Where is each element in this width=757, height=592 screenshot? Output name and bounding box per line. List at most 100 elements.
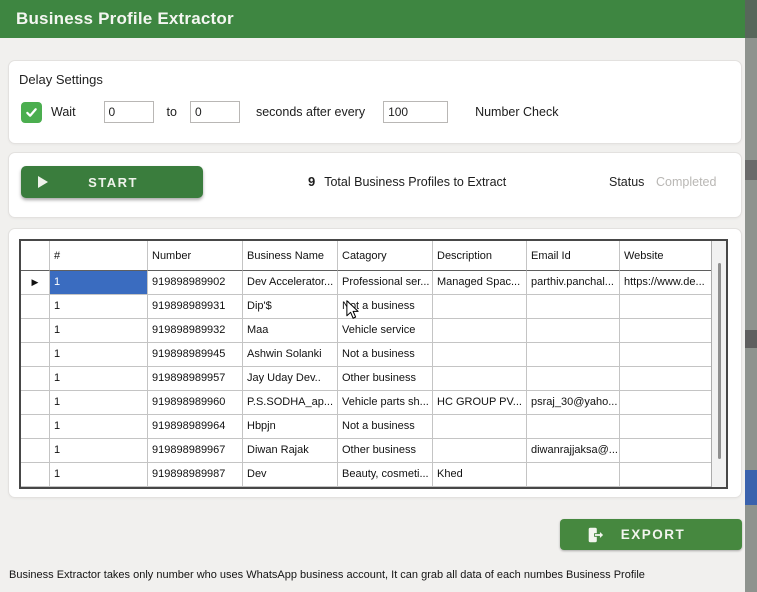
grid-cell[interactable]: psraj_30@yaho... <box>527 391 620 415</box>
grid-cell[interactable]: HC GROUP PV... <box>433 391 527 415</box>
row-header-cell[interactable] <box>21 415 50 439</box>
grid-cell[interactable]: 1 <box>50 319 148 343</box>
row-header-cell[interactable] <box>21 343 50 367</box>
grid-cell[interactable]: 1 <box>50 343 148 367</box>
grid-cell[interactable]: 919898989957 <box>148 367 243 391</box>
grid-cell[interactable]: 1 <box>50 295 148 319</box>
grid-cell[interactable] <box>433 367 527 391</box>
table-row: 1919898989931Dip'$Not a business <box>21 295 726 319</box>
grid-cell[interactable] <box>433 415 527 439</box>
grid-cell[interactable]: Maa <box>243 319 338 343</box>
grid-cell[interactable]: diwanrajjaksa@... <box>527 439 620 463</box>
grid-cell[interactable] <box>527 319 620 343</box>
grid-cell[interactable]: Dev Accelerator... <box>243 271 338 295</box>
grid-column-header[interactable]: Catagory <box>338 241 433 271</box>
grid-cell[interactable] <box>620 415 715 439</box>
grid-column-header[interactable]: Website <box>620 241 715 271</box>
grid-cell[interactable] <box>433 439 527 463</box>
grid-cell[interactable]: Other business <box>338 439 433 463</box>
grid-corner-header[interactable] <box>21 241 50 271</box>
start-button[interactable]: START <box>21 166 203 198</box>
grid-cell[interactable]: Other business <box>338 367 433 391</box>
row-header-cell[interactable] <box>21 439 50 463</box>
grid-cell[interactable]: 919898989945 <box>148 343 243 367</box>
export-button[interactable]: EXPORT <box>560 519 742 550</box>
grid-cell[interactable]: 919898989960 <box>148 391 243 415</box>
grid-cell[interactable]: Khed <box>433 463 527 487</box>
table-row: 1919898989932MaaVehicle service <box>21 319 726 343</box>
wait-from-input[interactable] <box>104 101 154 123</box>
table-row: 1919898989987DevBeauty, cosmeti...Khed <box>21 463 726 487</box>
grid-column-header[interactable]: # <box>50 241 148 271</box>
grid-cell[interactable] <box>620 295 715 319</box>
control-card: START 9 Total Business Profiles to Extra… <box>8 152 742 218</box>
grid-column-header[interactable]: Business Name <box>243 241 338 271</box>
grid-cell[interactable]: Hbpjn <box>243 415 338 439</box>
grid-cell[interactable]: Not a business <box>338 343 433 367</box>
grid-cell[interactable]: 1 <box>50 391 148 415</box>
grid-cell[interactable] <box>620 463 715 487</box>
grid-cell[interactable]: Jay Uday Dev.. <box>243 367 338 391</box>
grid-cell[interactable]: https://www.de... <box>620 271 715 295</box>
background-edge-strip <box>745 0 757 592</box>
grid-cell[interactable]: 919898989967 <box>148 439 243 463</box>
grid-cell[interactable] <box>620 319 715 343</box>
grid-body: ▶1919898989902Dev Accelerator...Professi… <box>21 271 726 487</box>
grid-column-header[interactable]: Email Id <box>527 241 620 271</box>
grid-cell[interactable]: Ashwin Solanki <box>243 343 338 367</box>
wait-to-input[interactable] <box>190 101 240 123</box>
grid-cell[interactable]: 919898989931 <box>148 295 243 319</box>
row-header-cell[interactable] <box>21 367 50 391</box>
grid-cell[interactable]: Not a business <box>338 415 433 439</box>
current-row-arrow-icon: ▶ <box>32 277 39 287</box>
grid-cell[interactable] <box>620 343 715 367</box>
grid-cell[interactable]: 1 <box>50 271 148 295</box>
grid-cell[interactable]: 1 <box>50 463 148 487</box>
grid-cell[interactable]: 919898989902 <box>148 271 243 295</box>
grid-cell[interactable]: Beauty, cosmeti... <box>338 463 433 487</box>
grid-cell[interactable]: parthiv.panchal... <box>527 271 620 295</box>
grid-cell[interactable] <box>527 415 620 439</box>
grid-cell[interactable]: 1 <box>50 367 148 391</box>
wait-checkbox[interactable] <box>21 102 42 123</box>
grid-cell[interactable]: Diwan Rajak <box>243 439 338 463</box>
grid-cell[interactable]: Vehicle service <box>338 319 433 343</box>
grid-cell[interactable] <box>527 463 620 487</box>
grid-cell[interactable]: Vehicle parts sh... <box>338 391 433 415</box>
grid-cell[interactable] <box>433 343 527 367</box>
grid-column-header[interactable]: Number <box>148 241 243 271</box>
grid-cell[interactable]: Dip'$ <box>243 295 338 319</box>
row-header-cell[interactable] <box>21 295 50 319</box>
grid-cell[interactable]: Not a business <box>338 295 433 319</box>
scrollbar-thumb[interactable] <box>718 263 721 459</box>
grid-cell[interactable] <box>620 439 715 463</box>
grid-cell[interactable]: Dev <box>243 463 338 487</box>
to-label: to <box>167 105 177 119</box>
grid-cell[interactable] <box>620 391 715 415</box>
grid-cell[interactable]: 1 <box>50 415 148 439</box>
grid-cell[interactable]: Professional ser... <box>338 271 433 295</box>
grid-cell[interactable]: 1 <box>50 439 148 463</box>
grid-cell[interactable] <box>527 367 620 391</box>
grid-cell[interactable]: Managed Spac... <box>433 271 527 295</box>
row-header-cell[interactable] <box>21 463 50 487</box>
grid-cell[interactable] <box>527 295 620 319</box>
delay-settings-card: Delay Settings Wait to seconds after eve… <box>8 60 742 144</box>
total-count: 9 <box>308 174 315 189</box>
number-check-label: Number Check <box>475 105 558 119</box>
every-count-input[interactable] <box>383 101 448 123</box>
grid-cell[interactable] <box>620 367 715 391</box>
row-header-cell[interactable] <box>21 391 50 415</box>
grid-cell[interactable]: 919898989964 <box>148 415 243 439</box>
grid-cell[interactable] <box>527 343 620 367</box>
grid-column-header[interactable]: Description <box>433 241 527 271</box>
row-header-cell[interactable] <box>21 319 50 343</box>
row-header-cell[interactable]: ▶ <box>21 271 50 295</box>
grid-cell[interactable] <box>433 295 527 319</box>
grid-cell[interactable]: 919898989932 <box>148 319 243 343</box>
play-icon <box>37 175 49 189</box>
grid-cell[interactable]: P.S.SODHA_ap... <box>243 391 338 415</box>
grid-cell[interactable]: 919898989987 <box>148 463 243 487</box>
vertical-scrollbar[interactable] <box>711 241 726 487</box>
grid-cell[interactable] <box>433 319 527 343</box>
